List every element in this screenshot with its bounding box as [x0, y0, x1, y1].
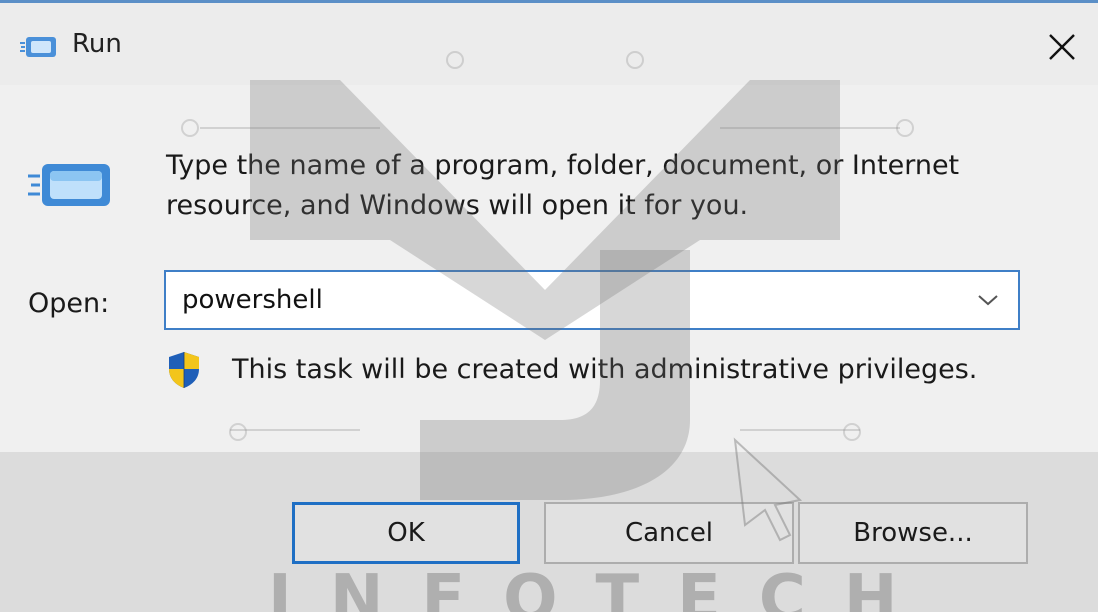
close-icon — [1049, 34, 1075, 60]
run-program-icon — [28, 164, 110, 206]
browse-button[interactable]: Browse... — [798, 502, 1028, 564]
open-label: Open: — [28, 288, 110, 319]
run-dialog: Run Type the name of a program, folder, … — [0, 0, 1098, 612]
cancel-button[interactable]: Cancel — [544, 502, 794, 564]
open-input[interactable] — [182, 272, 942, 328]
window-title: Run — [72, 29, 122, 59]
run-app-icon — [20, 37, 56, 57]
uac-shield-icon — [169, 352, 199, 388]
description-text: Type the name of a program, folder, docu… — [166, 150, 960, 221]
open-combobox[interactable] — [164, 270, 1020, 330]
chevron-down-icon — [978, 295, 998, 306]
dropdown-button[interactable] — [958, 272, 1018, 328]
admin-privileges-notice: This task will be created with administr… — [232, 354, 978, 385]
title-bar[interactable]: Run — [0, 3, 1098, 85]
ok-button[interactable]: OK — [292, 502, 520, 564]
close-button[interactable] — [1034, 19, 1090, 75]
